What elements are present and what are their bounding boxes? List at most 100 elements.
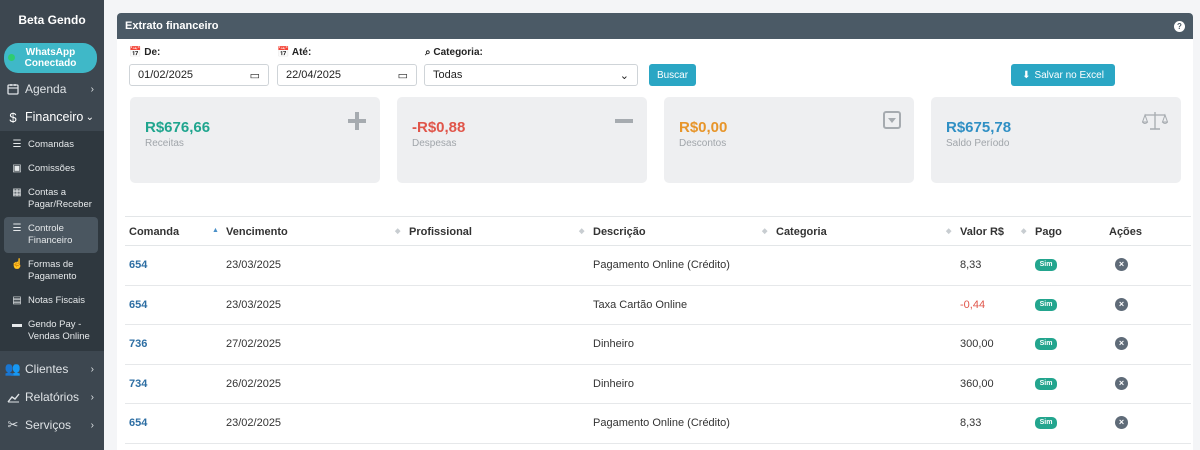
calendar-picker-icon[interactable]: ▭ <box>250 69 260 82</box>
card-despesas: -R$0,88 Despesas <box>397 97 647 183</box>
col-categoria[interactable]: Categoria <box>776 226 827 238</box>
whatsapp-status-button[interactable]: WhatsApp Conectado <box>4 43 97 73</box>
nav-financeiro[interactable]: $ Financeiro ⌄ <box>0 103 104 131</box>
sub-label: Gendo Pay - Vendas Online <box>28 319 90 342</box>
table-row: 654 23/03/2025 Pagamento Online (Crédito) 8… <box>125 246 1191 286</box>
valor-cell: 300,00 <box>960 338 994 350</box>
save-excel-button[interactable]: ⬇ Salvar no Excel <box>1011 64 1115 86</box>
col-acoes: Ações <box>1109 226 1143 238</box>
date-to-input[interactable]: 22/04/2025 ▭ <box>277 64 417 86</box>
comanda-link[interactable]: 734 <box>129 378 147 390</box>
remove-icon[interactable]: × <box>1115 258 1128 271</box>
comanda-link[interactable]: 654 <box>129 417 147 429</box>
nav-financeiro-label: Financeiro <box>25 110 84 124</box>
categoria-select[interactable]: Todas ⌄ <box>424 64 638 86</box>
sub-comissoes[interactable]: ▣ Comissões <box>0 157 104 181</box>
col-valor[interactable]: Valor R$ <box>960 226 1004 238</box>
sort-icon[interactable]: ◆ <box>395 227 400 235</box>
pago-badge[interactable]: Sim <box>1035 298 1057 311</box>
thumbs-up-icon: ☝ <box>11 259 24 270</box>
card-saldo: R$675,78 Saldo Período <box>931 97 1181 183</box>
list-icon: ☰ <box>12 139 22 150</box>
sub-label: Comissões <box>28 163 75 174</box>
vencimento-cell: 27/02/2025 <box>226 338 282 350</box>
col-pago[interactable]: Pago <box>1035 226 1062 238</box>
nav-servicos[interactable]: ✂ Serviços › <box>0 411 104 439</box>
extrato-panel: Extrato financeiro ? 📅 De: 01/02/2025 ▭ … <box>117 13 1193 450</box>
sort-icon[interactable]: ◆ <box>946 227 951 235</box>
categoria-label: ⌕ Categoria: <box>425 47 483 58</box>
date-to-value: 22/04/2025 <box>286 69 342 81</box>
receitas-value: R$676,66 <box>145 119 211 136</box>
col-vencimento[interactable]: Vencimento <box>226 226 288 238</box>
calendar-picker-icon[interactable]: ▭ <box>398 69 408 82</box>
dollar-icon: $ <box>9 109 17 125</box>
comanda-link[interactable]: 654 <box>129 299 147 311</box>
buscar-button[interactable]: Buscar <box>649 64 696 86</box>
filters-bar: 📅 De: 01/02/2025 ▭ 📅 Até: 22/04/2025 ▭ ⌕… <box>129 47 1193 87</box>
nav-servicos-label: Serviços <box>25 418 72 432</box>
calculator-icon: ▦ <box>12 187 22 198</box>
nav-agenda[interactable]: Agenda › <box>0 75 104 103</box>
pago-badge[interactable]: Sim <box>1035 377 1057 390</box>
descontos-value: R$0,00 <box>679 119 728 136</box>
table-row: 736 27/02/2025 Dinheiro 300,00 Sim × <box>125 325 1191 365</box>
sort-asc-icon[interactable]: ▲ <box>212 227 219 234</box>
remove-icon[interactable]: × <box>1115 297 1128 311</box>
save-excel-label: Salvar no Excel <box>1034 69 1104 81</box>
remove-icon[interactable]: × <box>1115 337 1128 350</box>
nav-clientes[interactable]: 👥 Clientes › <box>0 355 104 383</box>
comanda-link[interactable]: 654 <box>129 259 147 271</box>
sub-contas[interactable]: ▦ Contas a Pagar/Receber <box>0 181 104 217</box>
calendar-icon: 📅 <box>129 47 142 58</box>
chart-icon <box>5 392 21 403</box>
nav-agenda-label: Agenda <box>25 82 67 96</box>
remove-icon[interactable]: × <box>1115 416 1128 429</box>
descricao-cell: Pagamento Online (Crédito) <box>593 259 730 271</box>
despesas-value: -R$0,88 <box>412 119 466 136</box>
sub-label: Formas de Pagamento <box>28 259 77 282</box>
sub-notas-fiscais[interactable]: ▤ Notas Fiscais <box>0 289 104 313</box>
sub-label: Contas a Pagar/Receber <box>28 187 92 210</box>
descricao-cell: Dinheiro <box>593 377 634 390</box>
col-descricao[interactable]: Descrição <box>593 226 646 238</box>
remove-icon[interactable]: × <box>1115 376 1128 390</box>
caret-down-box-icon <box>883 111 901 135</box>
users-icon: 👥 <box>4 361 22 376</box>
descricao-cell: Pagamento Online (Crédito) <box>593 417 730 429</box>
online-dot-icon <box>8 54 15 61</box>
help-icon[interactable]: ? <box>1174 21 1185 32</box>
sub-formas-pagamento[interactable]: ☝ Formas de Pagamento <box>0 253 104 289</box>
table-row: 734 26/02/2025 Dinheiro 360,00 Sim × <box>125 365 1191 404</box>
categoria-value: Todas <box>433 69 463 81</box>
nav-relatorios[interactable]: Relatórios › <box>0 383 104 411</box>
sort-icon[interactable]: ◆ <box>1021 227 1026 235</box>
chevron-right-icon: › <box>90 391 94 403</box>
sort-icon[interactable]: ◆ <box>762 227 767 235</box>
vencimento-cell: 23/02/2025 <box>226 417 282 429</box>
summary-cards: R$676,66 Receitas -R$0,88 Despesas R$0,0… <box>130 97 1190 183</box>
panel-header: Extrato financeiro ? <box>117 13 1193 39</box>
chevron-right-icon: › <box>90 83 94 95</box>
sub-gendo-pay[interactable]: ▬ Gendo Pay - Vendas Online <box>0 313 104 349</box>
download-icon: ⬇ <box>1022 69 1031 81</box>
valor-cell: -0,44 <box>960 298 986 311</box>
receitas-label: Receitas <box>145 138 184 149</box>
sub-comandas[interactable]: ☰ Comandas <box>0 133 104 157</box>
calendar-icon <box>5 83 21 95</box>
pago-badge[interactable]: Sim <box>1035 417 1057 429</box>
col-profissional[interactable]: Profissional <box>409 226 472 238</box>
pago-badge[interactable]: Sim <box>1035 338 1057 350</box>
date-from-input[interactable]: 01/02/2025 ▭ <box>129 64 269 86</box>
saldo-value: R$675,78 <box>946 119 1012 136</box>
col-comanda[interactable]: Comanda <box>129 226 179 238</box>
vencimento-cell: 23/03/2025 <box>226 259 282 271</box>
document-icon: ▤ <box>12 295 22 306</box>
sort-icon[interactable]: ◆ <box>579 227 584 235</box>
sub-controle-financeiro[interactable]: ☰ Controle Financeiro <box>4 217 98 253</box>
pago-badge[interactable]: Sim <box>1035 259 1057 271</box>
scissors-icon: ✂ <box>7 417 19 432</box>
comanda-link[interactable]: 736 <box>129 338 147 350</box>
chevron-right-icon: › <box>90 419 94 431</box>
table-row: 654 23/02/2025 Pagamento Online (Crédito) 8… <box>125 404 1191 444</box>
